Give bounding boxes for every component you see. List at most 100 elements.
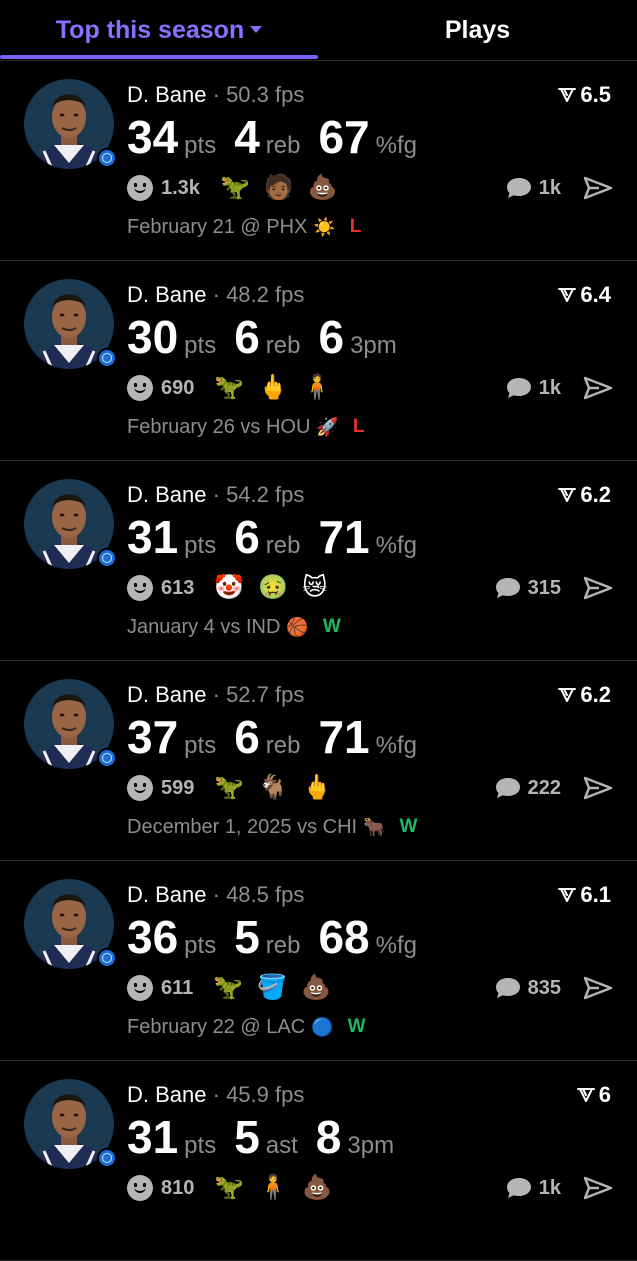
fps-separator: ·	[206, 1082, 227, 1107]
comment-count: 315	[527, 576, 561, 599]
team-badge-icon	[97, 348, 117, 368]
reactions-count: 611	[161, 976, 194, 999]
reaction-emoji-2[interactable]: 🧍	[258, 1173, 288, 1203]
game-date: February 22 @ LAC	[127, 1015, 306, 1038]
reaction-emoji-2[interactable]: 🧑🏾	[264, 173, 294, 203]
play-card[interactable]: D. Bane · 48.5 fps 6.1 36 pts 5 reb 68 %fg …	[0, 861, 637, 1061]
reaction-emoji-3[interactable]: 💩	[302, 1173, 332, 1203]
smiley-reaction-icon[interactable]	[127, 175, 153, 201]
game-date: February 21 @ PHX	[127, 215, 308, 238]
rating-icon	[558, 288, 577, 302]
card-header: D. Bane · 48.2 fps	[127, 281, 304, 309]
share-icon[interactable]	[583, 576, 613, 600]
game-info: January 4 vs IND 🏀 W	[127, 613, 341, 641]
stat-1-value: 31	[127, 511, 179, 563]
rating-value: 6.4	[580, 282, 611, 307]
game-info: December 1, 2025 vs CHI 🐂 W	[127, 813, 417, 841]
fps-value: 45.9 fps	[226, 1082, 305, 1107]
stat-2-value: 6	[234, 311, 260, 363]
rating-badge: 6	[576, 1081, 611, 1109]
reactions-row: 611 🦖 🪣 💩	[127, 971, 345, 1005]
share-icon[interactable]	[583, 1176, 613, 1200]
game-info: February 21 @ PHX ☀️ L	[127, 213, 361, 241]
reaction-emoji-2[interactable]: 🪣	[257, 973, 287, 1003]
tab-plays-label: Plays	[444, 16, 511, 44]
reactions-count: 690	[161, 376, 195, 399]
rating-value: 6.1	[580, 882, 611, 907]
player-name[interactable]: D. Bane	[127, 282, 207, 307]
play-card[interactable]: D. Bane · 54.2 fps 6.2 31 pts 6 reb 71 %fg …	[0, 461, 637, 661]
smiley-reaction-icon[interactable]	[127, 575, 153, 601]
tab-plays[interactable]: Plays	[318, 14, 637, 46]
reaction-emoji-1[interactable]: 🤡	[214, 573, 244, 603]
player-name[interactable]: D. Bane	[127, 682, 207, 707]
share-icon[interactable]	[583, 376, 613, 400]
player-name[interactable]: D. Bane	[127, 1082, 207, 1107]
reaction-emoji-1[interactable]: 🦖	[214, 773, 244, 803]
stat-1-value: 36	[127, 911, 179, 963]
reaction-emoji-2[interactable]: 🖕	[258, 373, 288, 403]
reaction-emoji-2[interactable]: 🤢	[258, 573, 288, 603]
share-icon[interactable]	[583, 176, 613, 200]
stat-3-unit: 3pm	[350, 332, 397, 359]
stat-3-unit: %fg	[375, 932, 417, 959]
fps-value: 48.2 fps	[226, 282, 305, 307]
smiley-reaction-icon[interactable]	[127, 975, 153, 1001]
rating-value: 6.2	[580, 482, 611, 507]
reaction-emoji-2[interactable]: 🐐	[258, 773, 288, 803]
reaction-emoji-3[interactable]: 🧍	[302, 373, 332, 403]
fps-separator: ·	[206, 82, 227, 107]
tab-top-this-season[interactable]: Top this season	[0, 14, 318, 46]
reaction-emoji-1[interactable]: 🦖	[214, 1173, 244, 1203]
reaction-emoji-1[interactable]: 🦖	[220, 173, 250, 203]
play-card[interactable]: D. Bane · 45.9 fps 6 31 pts 5 ast 8 3pm 810…	[0, 1061, 637, 1261]
rating-badge: 6.4	[558, 281, 611, 309]
comment-count: 835	[527, 976, 561, 999]
stat-line: 34 pts 4 reb 67 %fg	[127, 109, 435, 165]
player-name[interactable]: D. Bane	[127, 82, 207, 107]
reaction-emoji-3[interactable]: 💩	[308, 173, 338, 203]
card-header: D. Bane · 54.2 fps	[127, 481, 304, 509]
team-badge-icon	[97, 748, 117, 768]
comment-icon[interactable]	[494, 976, 522, 1000]
engagement-row: 1k	[505, 371, 613, 405]
fps-value: 52.7 fps	[226, 682, 305, 707]
play-card[interactable]: D. Bane · 50.3 fps 6.5 34 pts 4 reb 67 %fg …	[0, 61, 637, 261]
fps-separator: ·	[206, 682, 227, 707]
stat-3-value: 68	[318, 911, 370, 963]
game-result: L	[352, 416, 365, 437]
player-name[interactable]: D. Bane	[127, 882, 207, 907]
smiley-reaction-icon[interactable]	[127, 375, 153, 401]
reactions-count: 599	[161, 776, 195, 799]
card-header: D. Bane · 50.3 fps	[127, 81, 304, 109]
comment-icon[interactable]	[505, 376, 533, 400]
share-icon[interactable]	[583, 976, 613, 1000]
stat-2-value: 6	[234, 511, 260, 563]
reaction-emoji-1[interactable]: 🦖	[213, 973, 243, 1003]
play-card[interactable]: D. Bane · 48.2 fps 6.4 30 pts 6 reb 6 3pm 6…	[0, 261, 637, 461]
share-icon[interactable]	[583, 776, 613, 800]
player-name[interactable]: D. Bane	[127, 482, 207, 507]
reaction-emoji-3[interactable]: 💩	[301, 973, 331, 1003]
smiley-reaction-icon[interactable]	[127, 1175, 153, 1201]
rating-icon	[558, 688, 577, 702]
comment-icon[interactable]	[494, 576, 522, 600]
stat-1-value: 30	[127, 311, 179, 363]
game-info: February 26 vs HOU 🚀 L	[127, 413, 364, 441]
rating-icon	[558, 488, 577, 502]
reaction-emoji-3[interactable]: 😿	[302, 573, 327, 603]
smiley-reaction-icon[interactable]	[127, 775, 153, 801]
comment-icon[interactable]	[505, 1176, 533, 1200]
play-card[interactable]: D. Bane · 52.7 fps 6.2 37 pts 6 reb 71 %fg …	[0, 661, 637, 861]
fps-value: 54.2 fps	[226, 482, 305, 507]
stat-1-unit: pts	[184, 932, 217, 959]
rating-badge: 6.1	[558, 881, 611, 909]
stat-2-value: 5	[234, 911, 260, 963]
comment-icon[interactable]	[494, 776, 522, 800]
stat-1-unit: pts	[184, 732, 217, 759]
reaction-emoji-1[interactable]: 🦖	[214, 373, 244, 403]
comment-icon[interactable]	[505, 176, 533, 200]
reaction-emoji-3[interactable]: 🖕	[302, 773, 332, 803]
team-badge-icon	[97, 948, 117, 968]
game-result: W	[322, 616, 341, 637]
